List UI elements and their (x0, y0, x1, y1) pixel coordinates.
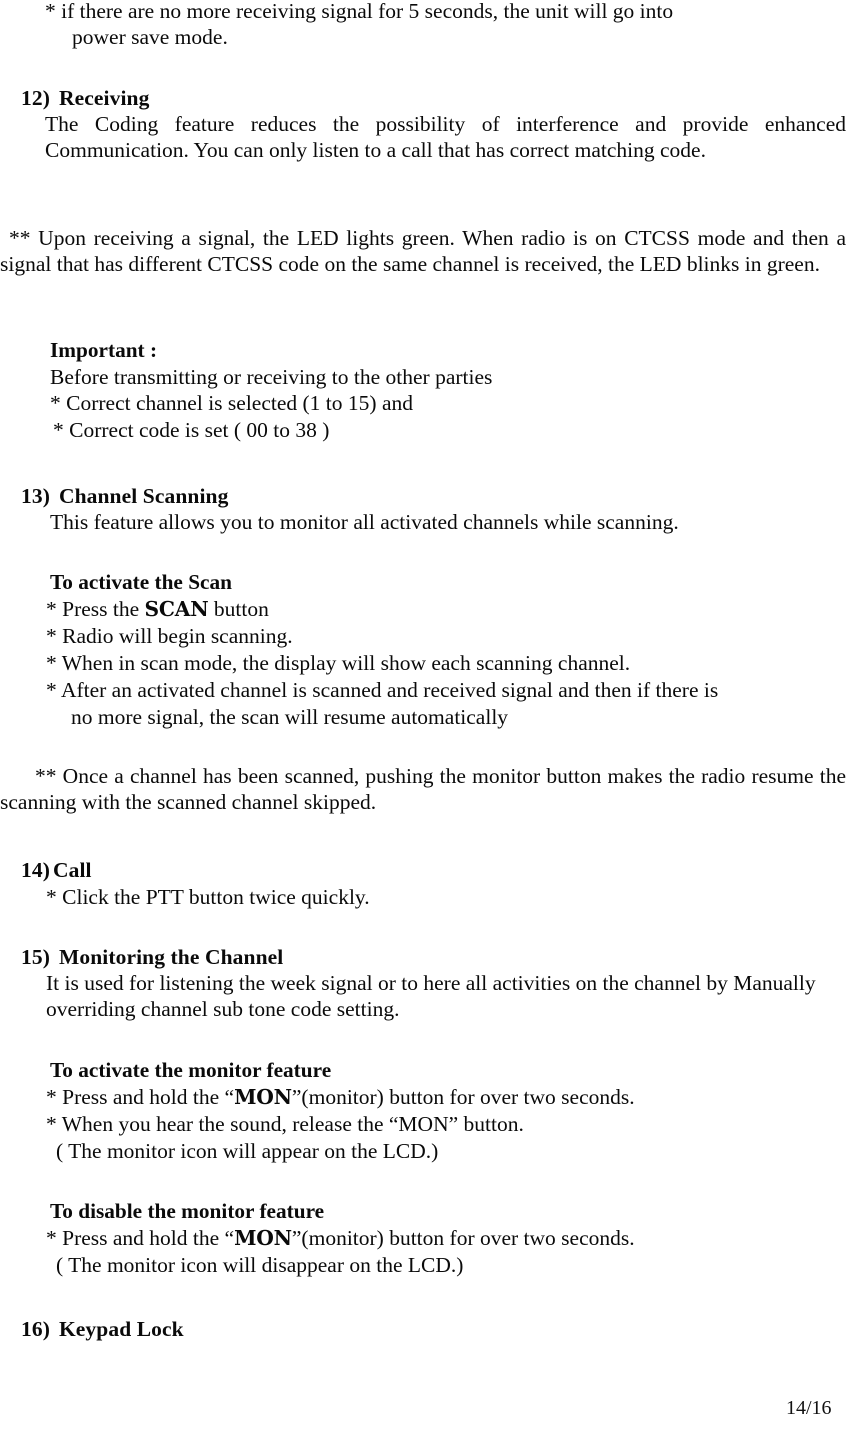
scan-step-2-text: * Radio will begin scanning. (46, 624, 293, 648)
section-heading-14: 14) Call (21, 857, 421, 883)
section-number-14: 14) (21, 858, 50, 882)
scan-step-4: * After an activated channel is scanned … (46, 677, 846, 703)
continuation-line-1: * if there are no more receiving signal … (45, 0, 674, 23)
section-heading-16: 16) Keypad Lock (21, 1316, 421, 1342)
section-body-13-text: This feature allows you to monitor all a… (50, 510, 679, 534)
monitor-disable-step-1: * Press and hold the “MON”(monitor) butt… (46, 1225, 836, 1251)
monitor-activate-step-1: * Press and hold the “MON”(monitor) butt… (46, 1084, 836, 1110)
section-number-15: 15) (21, 945, 50, 969)
section-number-13: 13) (21, 484, 50, 508)
section-heading-13: 13) Channel Scanning (21, 483, 481, 509)
scan-activate-subheading: To activate the Scan (50, 569, 550, 595)
section-body-15: It is used for listening the week signal… (46, 970, 846, 1023)
important-callout-item-1: * Correct channel is selected (1 to 15) … (50, 390, 750, 416)
important-callout-title-text: Important : (50, 338, 158, 362)
monitor-disable-note: ( The monitor icon will disappear on the… (56, 1252, 846, 1278)
monitor-activate-subheading-text: To activate the monitor feature (50, 1058, 332, 1082)
continuation-line-2: power save mode. (72, 25, 228, 49)
monitor-disable-subheading-text: To disable the monitor feature (50, 1199, 325, 1223)
monitor-activate-subheading: To activate the monitor feature (50, 1057, 650, 1083)
scan-step-4-cont: no more signal, the scan will resume aut… (71, 704, 846, 730)
important-callout-title: Important : (50, 337, 450, 363)
monitor-activate-note: ( The monitor icon will appear on the LC… (56, 1138, 846, 1164)
section-note-12: ** Upon receiving a signal, the LED ligh… (0, 225, 846, 278)
section-heading-15: 15) Monitoring the Channel (21, 944, 521, 970)
monitor-activate-step-2-text: * When you hear the sound, release the “… (46, 1112, 524, 1136)
document-page: * if there are no more receiving signal … (0, 0, 846, 1434)
monitor-disable-step-1-prefix: * Press and hold the “ (46, 1226, 235, 1250)
monitor-activate-step-1-prefix: * Press and hold the “ (46, 1085, 235, 1109)
monitor-activate-note-text: ( The monitor icon will appear on the LC… (56, 1139, 439, 1163)
important-callout-item-2-text: * Correct code is set ( 00 to 38 ) (53, 418, 330, 442)
monitor-disable-subheading: To disable the monitor feature (50, 1198, 650, 1224)
scan-step-1-prefix: * Press the (46, 597, 145, 621)
section-number-16: 16) (21, 1317, 50, 1341)
section-number-12: 12) (21, 86, 50, 110)
important-callout-lead-text: Before transmitting or receiving to the … (50, 365, 493, 389)
scan-step-4-cont-text: no more signal, the scan will resume aut… (71, 705, 509, 729)
call-step-1: * Click the PTT button twice quickly. (46, 884, 746, 910)
section-body-12-text: The Coding feature reduces the possibili… (45, 112, 846, 163)
mon-button-keyword-activate: MON (234, 1085, 292, 1109)
monitor-activate-step-2: * When you hear the sound, release the “… (46, 1111, 836, 1137)
scan-step-1: * Press the SCAN button (46, 596, 746, 622)
page-number: 14/16 (786, 1396, 832, 1420)
continuation-bullet: * if there are no more receiving signal … (45, 0, 846, 24)
important-callout-item-1-text: * Correct channel is selected (1 to 15) … (50, 391, 413, 415)
section-body-15-text: It is used for listening the week signal… (46, 971, 816, 1022)
section-title-15: Monitoring the Channel (58, 945, 284, 969)
scan-step-4-text: * After an activated channel is scanned … (46, 678, 719, 702)
scan-step-1-suffix: button (208, 597, 269, 621)
monitor-disable-step-1-suffix: ”(monitor) button for over two seconds. (291, 1226, 635, 1250)
scan-step-3-text: * When in scan mode, the display will sh… (46, 651, 631, 675)
section-note-13-text: ** Once a channel has been scanned, push… (0, 764, 846, 815)
continuation-bullet-wrap: power save mode. (72, 24, 846, 50)
section-body-12: The Coding feature reduces the possibili… (45, 111, 846, 164)
section-title-14: Call (52, 858, 92, 882)
mon-button-keyword-disable: MON (234, 1226, 292, 1250)
important-callout-item-2: * Correct code is set ( 00 to 38 ) (53, 417, 753, 443)
section-heading-12: 12) Receiving (21, 85, 421, 111)
call-step-1-text: * Click the PTT button twice quickly. (46, 885, 370, 909)
page-number-text: 14/16 (786, 1397, 832, 1419)
scan-step-2: * Radio will begin scanning. (46, 623, 746, 649)
section-body-13: This feature allows you to monitor all a… (50, 509, 840, 535)
section-title-13: Channel Scanning (58, 484, 229, 508)
important-callout-lead: Before transmitting or receiving to the … (50, 364, 750, 390)
section-title-12: Receiving (58, 86, 150, 110)
monitor-disable-note-text: ( The monitor icon will disappear on the… (56, 1253, 464, 1277)
section-title-16: Keypad Lock (58, 1317, 184, 1341)
section-note-13: ** Once a channel has been scanned, push… (0, 763, 846, 816)
scan-button-keyword: SCAN (144, 597, 209, 621)
section-note-12-text: ** Upon receiving a signal, the LED ligh… (0, 226, 846, 277)
monitor-activate-step-1-suffix: ”(monitor) button for over two seconds. (291, 1085, 635, 1109)
scan-activate-subheading-text: To activate the Scan (50, 570, 233, 594)
scan-step-3: * When in scan mode, the display will sh… (46, 650, 836, 676)
